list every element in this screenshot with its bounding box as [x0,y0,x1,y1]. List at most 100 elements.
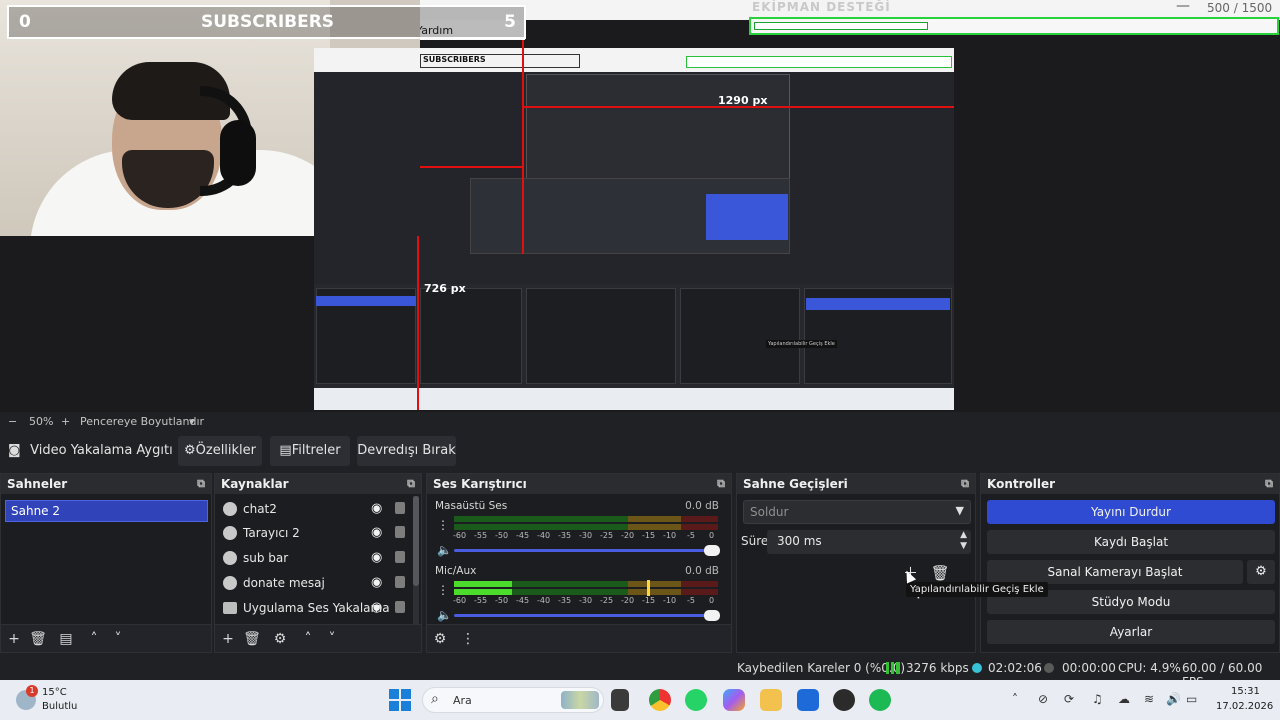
speaker-icon[interactable]: 🔈 [437,543,452,557]
status-bar: Kaybedilen Kareler 0 (%0.0) 3276 kbps 02… [0,656,1280,689]
start-virtual-camera-button[interactable]: Sanal Kamerayı Başlat [987,560,1243,584]
bluetooth-off-icon[interactable]: ⊘ [1038,692,1048,706]
trash-icon[interactable]: 🗑 [29,630,47,648]
stop-stream-button[interactable]: Yayını Durdur [987,500,1275,524]
zoom-in-button[interactable]: + [61,415,70,428]
source-item[interactable]: donate mesaj ◉ [219,572,419,596]
settings-button[interactable]: Ayarlar [987,620,1275,644]
advanced-audio-icon[interactable]: ⚙ [431,630,449,648]
duration-value: 300 ms [777,534,822,548]
lock-icon[interactable] [395,502,405,514]
spinner-arrows-icon[interactable]: ▲ ▼ [960,530,967,552]
duration-label: Süre [741,534,769,548]
eye-icon[interactable]: ◉ [371,550,382,565]
transition-select[interactable]: Soldur ▼ [743,500,971,524]
channel-menu-icon[interactable]: ⋮ [437,583,449,597]
nested-preview: SUBSCRIBERS [314,48,954,410]
source-item[interactable]: Tarayıcı 2 ◉ [219,522,419,546]
cloud-icon[interactable]: ☁ [1118,692,1130,706]
minimize-icon: — [1176,0,1190,14]
equipment-goal-bar [749,17,1279,35]
equipment-goal-count: 500 / 1500 [1207,1,1273,15]
add-source-icon[interactable]: + [219,630,237,648]
filters-button[interactable]: ▤Filtreler [270,436,350,466]
copilot-icon[interactable] [723,689,745,711]
mixer-menu-icon[interactable]: ⋮ [459,630,477,648]
wifi-icon[interactable]: ≋ [1144,692,1154,706]
properties-button[interactable]: ⚙Özellikler [178,436,262,466]
eye-icon[interactable]: ◉ [371,575,382,590]
float-dock-icon[interactable]: ⧉ [1265,477,1273,491]
move-up-icon[interactable]: ˄ [85,630,103,648]
notification-badge: 1 [26,685,38,697]
volume-slider[interactable] [454,545,720,556]
zoom-bar: − 50% + Pencereye Boyutlandır ▾ [0,412,1280,432]
gear-icon[interactable]: ⚙ [1247,560,1275,584]
sources-scrollbar[interactable] [413,496,419,626]
record-status-icon [1044,663,1054,673]
scene-filters-icon[interactable]: ▤ [57,630,75,648]
file-explorer-icon[interactable] [760,689,782,711]
lock-icon[interactable] [395,526,405,538]
volume-meter [454,516,718,522]
float-dock-icon[interactable]: ⧉ [407,477,415,491]
scene-item[interactable]: Sahne 2 [5,500,208,522]
move-up-icon[interactable]: ˄ [299,630,317,648]
source-item[interactable]: Uygulama Ses Yakalama ◉ [219,597,419,621]
subscriber-current-count: 0 [19,12,31,32]
start-recording-button[interactable]: Kaydı Başlat [987,530,1275,554]
chevron-down-icon: ▼ [955,504,964,517]
volume-slider[interactable] [454,610,720,621]
duration-input[interactable]: 300 ms ▲ ▼ [767,530,971,554]
taskbar-search[interactable]: ⌕ Ara [422,687,604,713]
float-dock-icon[interactable]: ⧉ [961,477,969,491]
volume-slider-thumb[interactable] [704,610,720,621]
whatsapp-icon[interactable] [685,689,707,711]
windows-start-icon[interactable] [389,689,411,711]
volume-slider-thumb[interactable] [704,545,720,556]
float-dock-icon[interactable]: ⧉ [717,477,725,491]
add-scene-icon[interactable]: + [5,630,23,648]
clock-time[interactable]: 15:31 [1231,686,1260,697]
nested-tooltip: Yapılandırılabilir Geçiş Ekle [766,340,837,348]
obs-icon[interactable] [833,689,855,711]
float-dock-icon[interactable]: ⧉ [197,477,205,491]
source-item[interactable]: chat2 ◉ [219,498,419,522]
lock-icon[interactable] [395,601,405,613]
source-item[interactable]: sub bar ◉ [219,547,419,571]
taskbar: 1 15°C Bulutlu ⌕ Ara ˄ ⊘ ⟳ ♫ ☁ ≋ 🔊 ▭ 15:… [0,680,1280,720]
meter-peak [646,580,650,588]
lock-icon[interactable] [395,551,405,563]
fit-to-window-label[interactable]: Pencereye Boyutlandır [80,415,204,428]
gear-icon[interactable]: ⚙ [271,630,289,648]
battery-icon[interactable]: ▭ [1186,692,1197,706]
trash-icon[interactable]: 🗑 [931,564,950,582]
deactivate-button[interactable]: Devredışı Bırak [357,436,456,466]
eye-icon[interactable]: ◉ [371,525,382,540]
lock-icon[interactable] [395,576,405,588]
eye-icon[interactable]: ◉ [371,501,382,516]
spotify-icon[interactable] [869,689,891,711]
sync-icon[interactable]: ⟳ [1064,692,1074,706]
channel-menu-icon[interactable]: ⋮ [437,518,449,532]
eye-icon[interactable]: ◉ [371,600,382,615]
preview-canvas[interactable]: Yardım 0 SUBSCRIBERS 5 EKİPMAN DESTEĞİ —… [0,0,1280,412]
zoom-out-button[interactable]: − [8,415,17,428]
chevron-up-icon[interactable]: ˄ [1012,692,1018,706]
volume-icon[interactable]: 🔊 [1166,692,1181,706]
move-down-icon[interactable]: ˅ [109,630,127,648]
move-down-icon[interactable]: ˅ [323,630,341,648]
speaker-icon[interactable]: 🔈 [437,608,452,622]
store-icon[interactable] [797,689,819,711]
volume-meter [454,588,718,596]
record-time: 00:00:00 [1062,661,1116,675]
task-view-icon[interactable] [611,689,629,711]
microphone-icon[interactable]: ♫ [1092,692,1103,706]
chrome-icon[interactable] [649,689,671,711]
meter-level [454,589,513,595]
channel-db: 0.0 dB [685,500,719,512]
trash-icon[interactable]: 🗑 [243,630,261,648]
clock-date[interactable]: 17.02.2026 [1216,701,1273,712]
zoom-dropdown-icon[interactable]: ▾ [189,415,195,428]
subscriber-goal-count: 5 [504,12,516,32]
